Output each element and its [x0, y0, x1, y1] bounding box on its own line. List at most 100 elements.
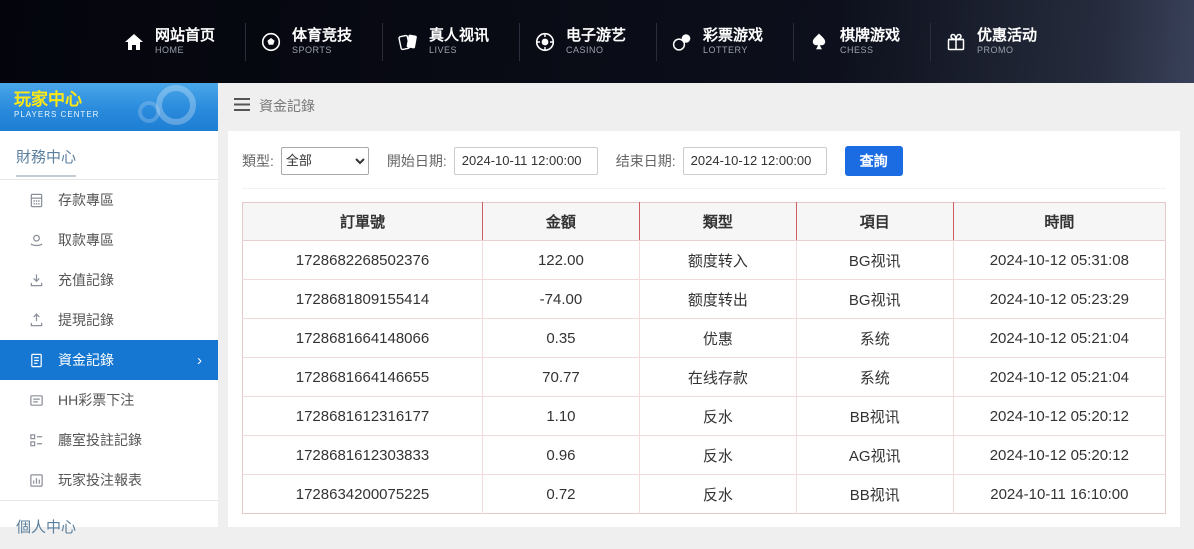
nav-label-zh: 电子游艺: [566, 27, 626, 46]
cell-order-id: 1728681664146655: [243, 358, 483, 397]
header-project: 項目: [796, 203, 953, 241]
top-navbar: 网站首页HOME 体育竞技SPORTS 真人视讯LIVES 电子游艺CASINO…: [0, 0, 1194, 83]
cell-type: 反水: [639, 475, 796, 514]
filter-bar: 類型: 全部 開始日期: 结束日期: 查詢: [242, 145, 1166, 189]
sidebar-item-label: 廳室投註記錄: [58, 430, 142, 450]
cell-order-id: 1728681664148066: [243, 319, 483, 358]
header-type: 類型: [639, 203, 796, 241]
cell-project: AG视讯: [796, 436, 953, 475]
table-row: 1728681612316177 1.10 反水 BB视讯 2024-10-12…: [243, 397, 1166, 436]
sidebar-item-hh-lottery-bets[interactable]: HH彩票下注: [0, 380, 218, 420]
cell-amount: 1.10: [482, 397, 639, 436]
nav-label-zh: 体育竞技: [292, 27, 352, 46]
players-center-header: 玩家中心 PLAYERS CENTER: [0, 83, 218, 131]
nav-label-zh: 棋牌游戏: [840, 27, 900, 46]
cell-order-id: 1728682268502376: [243, 241, 483, 280]
sidebar-item-label: 玩家投注報表: [58, 470, 142, 490]
sidebar-item-withdraw-record[interactable]: 提現記錄: [0, 300, 218, 340]
home-icon: [122, 30, 146, 54]
end-date-input[interactable]: [683, 147, 827, 175]
sidebar-item-label: 取款專區: [58, 230, 114, 250]
funds-record-table: 訂單號 金額 類型 項目 時間 1728682268502376 122.00 …: [242, 202, 1166, 514]
cell-project: BB视讯: [796, 397, 953, 436]
sidebar-item-label: 資金記錄: [58, 350, 114, 370]
cell-project: BG视讯: [796, 280, 953, 319]
cell-amount: 0.35: [482, 319, 639, 358]
nav-item-casino[interactable]: 电子游艺CASINO: [519, 0, 656, 83]
nav-item-lottery[interactable]: 彩票游戏LOTTERY: [656, 0, 793, 83]
sidebar-item-label: 提現記錄: [58, 310, 114, 330]
nav-label-en: HOME: [155, 45, 215, 56]
document-icon: [28, 352, 44, 368]
nav-label-zh: 优惠活动: [977, 27, 1037, 46]
start-date-input[interactable]: [454, 147, 598, 175]
table-row: 1728681809155414 -74.00 额度转出 BG视讯 2024-1…: [243, 280, 1166, 319]
cell-time: 2024-10-12 05:21:04: [953, 358, 1165, 397]
sidebar: 玩家中心 PLAYERS CENTER 財務中心 存款專區 取款專區 充值記錄 …: [0, 83, 218, 527]
section-personal-center: 個人中心: [0, 500, 218, 549]
cell-type: 额度转入: [639, 241, 796, 280]
cell-project: 系统: [796, 319, 953, 358]
menu-toggle-icon[interactable]: [234, 98, 250, 114]
chevron-right-icon: ›: [197, 352, 202, 369]
sidebar-item-deposit-zone[interactable]: 存款專區: [0, 180, 218, 220]
soccer-ball-icon: [259, 30, 283, 54]
cell-time: 2024-10-12 05:20:12: [953, 436, 1165, 475]
nav-label-en: LIVES: [429, 45, 489, 56]
nav-item-home[interactable]: 网站首页HOME: [108, 0, 245, 83]
playing-cards-icon: [396, 30, 420, 54]
table-row: 1728681612303833 0.96 反水 AG视讯 2024-10-12…: [243, 436, 1166, 475]
cell-type: 额度转出: [639, 280, 796, 319]
nav-label-en: CHESS: [840, 45, 900, 56]
cell-project: BB视讯: [796, 475, 953, 514]
calculator-icon: [28, 192, 44, 208]
sidebar-item-player-bet-report[interactable]: 玩家投注報表: [0, 460, 218, 500]
search-button[interactable]: 查詢: [845, 146, 903, 176]
header-order-id: 訂單號: [243, 203, 483, 241]
section-finance-center: 財務中心: [0, 131, 218, 180]
start-date-label: 開始日期:: [387, 151, 447, 171]
gift-icon: [944, 30, 968, 54]
content-panel: 類型: 全部 開始日期: 结束日期: 查詢 訂單號 金額 類型 項目 時間: [228, 131, 1180, 527]
table-row: 1728681664146655 70.77 在线存款 系统 2024-10-1…: [243, 358, 1166, 397]
cell-type: 反水: [639, 436, 796, 475]
cell-order-id: 1728681612316177: [243, 397, 483, 436]
cell-amount: 0.72: [482, 475, 639, 514]
end-date-label: 结束日期:: [616, 151, 676, 171]
nav-label-zh: 真人视讯: [429, 27, 489, 46]
type-select[interactable]: 全部: [281, 147, 369, 175]
page-title: 資金記錄: [259, 96, 315, 116]
cell-time: 2024-10-11 16:10:00: [953, 475, 1165, 514]
nav-label-en: PROMO: [977, 45, 1037, 56]
cell-time: 2024-10-12 05:31:08: [953, 241, 1165, 280]
ticket-list-icon: [28, 392, 44, 408]
cell-type: 优惠: [639, 319, 796, 358]
nav-item-promo[interactable]: 优惠活动PROMO: [930, 0, 1067, 83]
sidebar-item-recharge-record[interactable]: 充值記錄: [0, 260, 218, 300]
cell-order-id: 1728681612303833: [243, 436, 483, 475]
cell-project: 系统: [796, 358, 953, 397]
table-row: 1728634200075225 0.72 反水 BB视讯 2024-10-11…: [243, 475, 1166, 514]
main-content: 資金記錄 類型: 全部 開始日期: 结束日期: 查詢 訂單號 金額 類型 項目 …: [218, 83, 1194, 527]
cell-time: 2024-10-12 05:20:12: [953, 397, 1165, 436]
sidebar-item-hall-bet-record[interactable]: 廳室投註記錄: [0, 420, 218, 460]
sidebar-item-funds-record[interactable]: 資金記錄 ›: [0, 340, 218, 380]
nav-label-en: LOTTERY: [703, 45, 763, 56]
nav-label-zh: 彩票游戏: [703, 27, 763, 46]
type-label: 類型:: [242, 151, 274, 171]
nav-item-chess[interactable]: 棋牌游戏CHESS: [793, 0, 930, 83]
sidebar-item-label: HH彩票下注: [58, 390, 134, 410]
nav-item-lives[interactable]: 真人视讯LIVES: [382, 0, 519, 83]
nav-label-zh: 网站首页: [155, 27, 215, 46]
lottery-balls-icon: [670, 30, 694, 54]
cell-time: 2024-10-12 05:23:29: [953, 280, 1165, 319]
decoration-circle: [138, 101, 160, 123]
checklist-icon: [28, 432, 44, 448]
breadcrumb: 資金記錄: [218, 83, 1194, 126]
sidebar-item-label: 存款專區: [58, 190, 114, 210]
table-row: 1728681664148066 0.35 优惠 系统 2024-10-12 0…: [243, 319, 1166, 358]
coin-hand-icon: [28, 232, 44, 248]
sidebar-item-withdraw-zone[interactable]: 取款專區: [0, 220, 218, 260]
nav-item-sports[interactable]: 体育竞技SPORTS: [245, 0, 382, 83]
cell-order-id: 1728681809155414: [243, 280, 483, 319]
